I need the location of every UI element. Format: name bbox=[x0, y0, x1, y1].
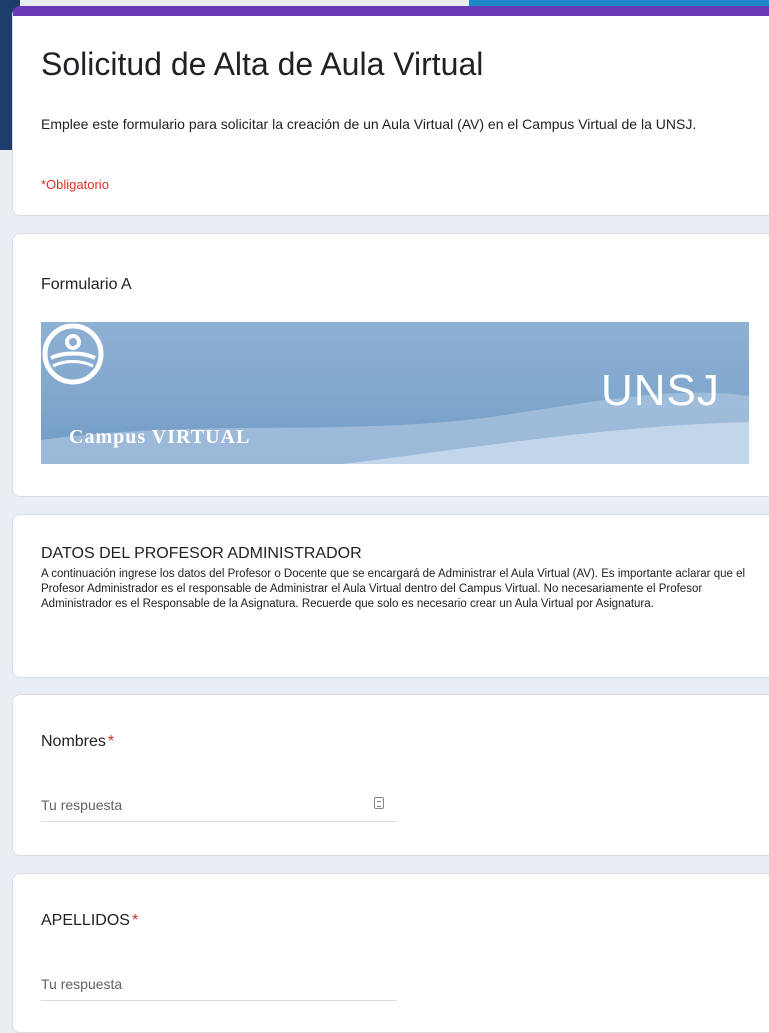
input-placeholder: Tu respuesta bbox=[41, 976, 123, 992]
required-asterisk: * bbox=[107, 733, 115, 750]
section-description: A continuación ingrese los datos del Pro… bbox=[41, 568, 746, 610]
required-note: *Obligatorio bbox=[41, 177, 109, 192]
banner-card: Formulario A UNSJ Campus VIRTUAL bbox=[12, 233, 769, 497]
campus-banner-image: UNSJ Campus VIRTUAL bbox=[41, 322, 749, 464]
form-title: Solicitud de Alta de Aula Virtual bbox=[41, 46, 484, 82]
banner-title: Formulario A bbox=[41, 276, 132, 293]
unsj-logo-icon bbox=[42, 323, 104, 385]
question-label-text: Nombres bbox=[41, 733, 106, 750]
campus-virtual-caption: Campus VIRTUAL bbox=[69, 426, 251, 448]
question-label: Nombres * bbox=[41, 733, 114, 751]
unsj-logo-text: UNSJ bbox=[601, 366, 720, 415]
form-description: Emplee este formulario para solicitar la… bbox=[41, 116, 697, 132]
input-placeholder: Tu respuesta bbox=[41, 797, 123, 813]
question-card-apellidos: APELLIDOS * Tu respuesta bbox=[12, 873, 769, 1033]
nombres-input[interactable]: Tu respuesta bbox=[41, 795, 397, 822]
form-header-card: Solicitud de Alta de Aula Virtual Emplee… bbox=[12, 6, 769, 216]
form-field-icon bbox=[374, 797, 384, 809]
question-card-nombres: Nombres * Tu respuesta bbox=[12, 694, 769, 856]
section-title: DATOS DEL PROFESOR ADMINISTRADOR bbox=[41, 545, 362, 562]
section-card: DATOS DEL PROFESOR ADMINISTRADOR A conti… bbox=[12, 514, 769, 678]
question-label-text: APELLIDOS bbox=[41, 912, 130, 929]
question-label: APELLIDOS * bbox=[41, 912, 138, 930]
apellidos-input[interactable]: Tu respuesta bbox=[41, 974, 397, 1001]
required-asterisk: * bbox=[131, 912, 139, 929]
